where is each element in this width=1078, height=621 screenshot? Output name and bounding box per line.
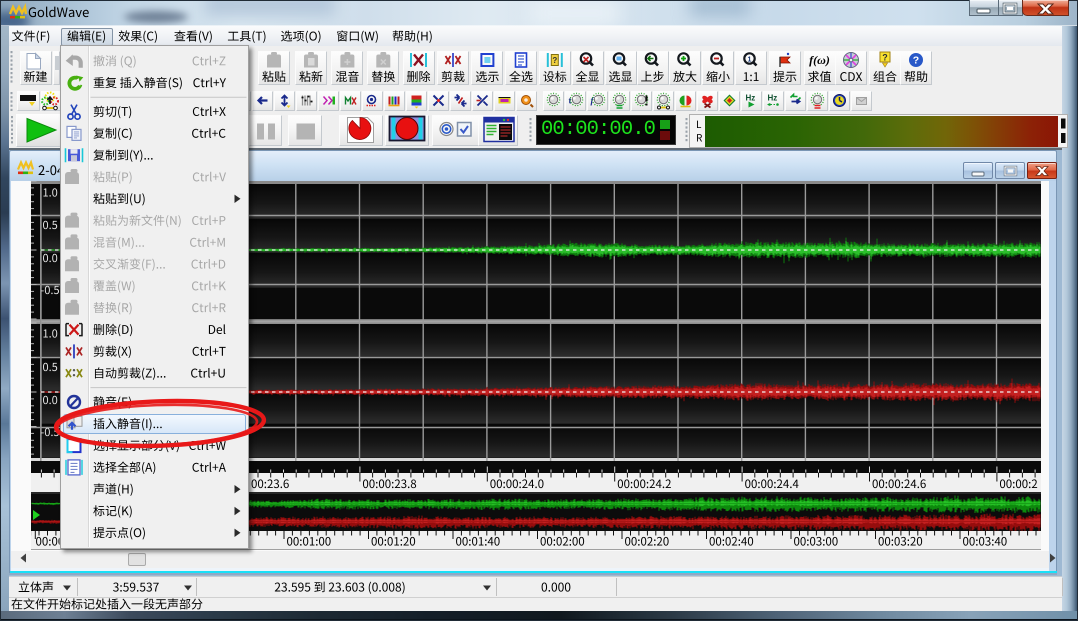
svg-text:f(ω): f(ω) (809, 53, 830, 67)
svg-text:?: ? (913, 55, 919, 67)
svg-text:Hz: Hz (768, 94, 778, 103)
svg-text:?: ? (882, 53, 888, 63)
svg-text:Hz: Hz (746, 94, 756, 103)
svg-text:?: ? (552, 56, 557, 65)
svg-text:1: 1 (748, 57, 752, 64)
